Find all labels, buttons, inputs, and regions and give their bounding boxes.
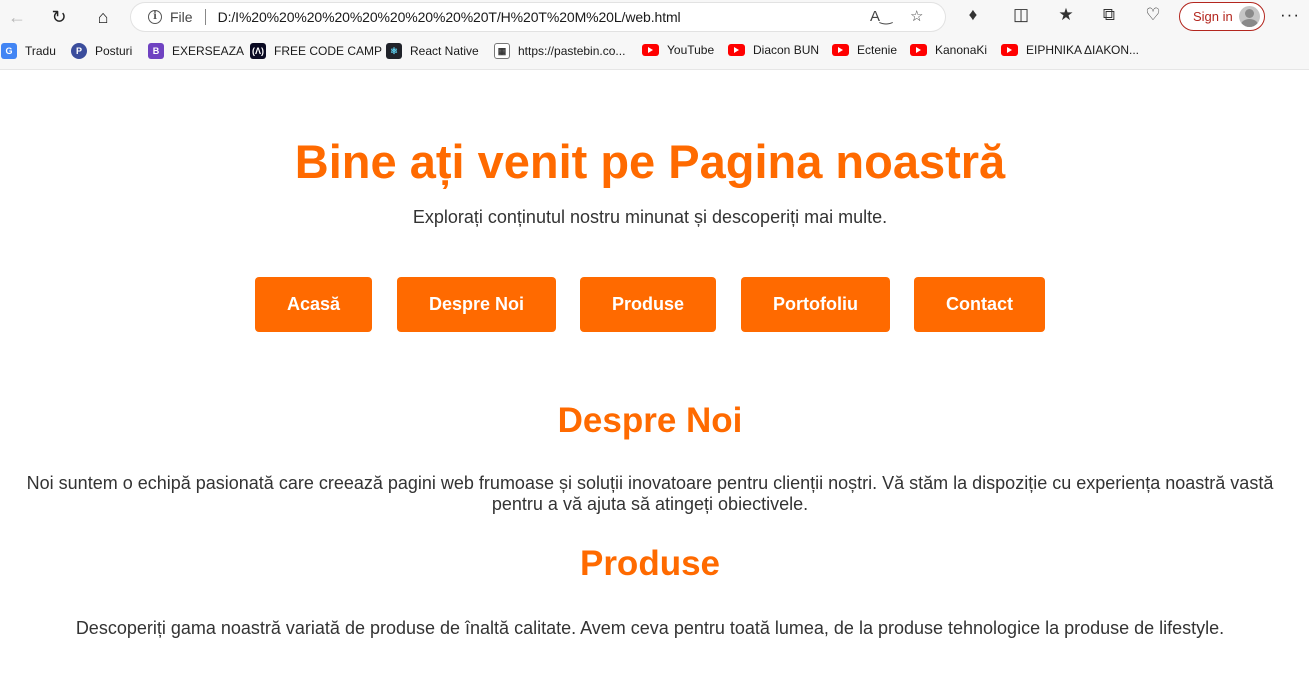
bootstrap-icon: B [148,43,164,59]
section-text-despre-noi: Noi suntem o echipă pasionată care creea… [26,473,1274,514]
section-text-produse: Descoperiți gama noastră variată de prod… [75,618,1225,638]
posturi-icon: P [71,43,87,59]
bookmarks-bar: G Tradu P Posturi B EXERSEAZA (Λ) FREE C… [0,38,1309,64]
freecodecamp-icon: (Λ) [250,43,266,59]
bookmark-item[interactable]: ⚛ React Native [386,43,479,59]
hero-subtitle: Explorați conținutul nostru minunat și d… [412,207,888,227]
bookmark-item[interactable]: Diacon BUN [728,43,819,57]
bookmark-label: Tradu [25,44,56,58]
more-menu-icon[interactable]: ··· [1280,5,1300,25]
nav-button-produse[interactable]: Produse [580,277,716,332]
bookmark-label: KanonaKi [935,43,988,57]
react-icon: ⚛ [386,43,402,59]
address-scheme-label: File [170,9,193,25]
youtube-icon [910,44,927,56]
bookmark-item[interactable]: ΕΙΡΗΝΙΚΑ ΔΙΑΚΟΝ... [1001,43,1139,57]
bookmark-label: ΕΙΡΗΝΙΚΑ ΔΙΑΚΟΝ... [1026,43,1140,57]
pastebin-icon: ▦ [494,43,510,59]
refresh-icon[interactable]: ↻ [45,4,73,30]
youtube-icon [1001,44,1018,56]
favorites-icon[interactable]: ★ [1054,5,1078,25]
info-icon[interactable]: i [148,10,162,24]
bookmark-item[interactable]: Ectenie [832,43,897,57]
avatar [1239,6,1260,27]
bookmark-label: https://pastebin.co... [518,44,626,58]
bookmark-item[interactable]: G Tradu [1,43,56,59]
sign-in-label: Sign in [1193,9,1233,24]
bookmark-item[interactable]: KanonaKi [910,43,987,57]
home-icon[interactable]: ⌂ [89,4,117,30]
bookmark-item[interactable]: YouTube [642,43,714,57]
bookmark-item[interactable]: P Posturi [71,43,132,59]
back-arrow-icon[interactable]: ← [3,4,31,30]
bookmark-label: React Native [410,44,479,58]
address-url[interactable]: D:/I%20%20%20%20%20%20%20%20%20T/H%20T%2… [218,9,681,25]
section-title-produse: Produse [579,544,721,583]
bookmark-label: YouTube [667,43,715,57]
address-divider [204,9,206,25]
split-screen-icon[interactable]: ◫ [1009,5,1033,25]
bookmark-item[interactable]: (Λ) FREE CODE CAMP [250,43,382,59]
nav-button-despre-noi[interactable]: Despre Noi [397,277,556,332]
favorite-star-icon[interactable]: ☆ [910,7,923,25]
bookmark-label: Diacon BUN [753,43,820,57]
address-bar[interactable]: i File D:/I%20%20%20%20%20%20%20%20%20T/… [131,3,945,31]
bookmark-label: EXERSEAZA [172,44,245,58]
section-title-despre-noi: Despre Noi [557,401,743,440]
nav-button-contact[interactable]: Contact [914,277,1045,332]
read-aloud-icon[interactable]: A‿ [870,7,892,25]
youtube-icon [642,44,659,56]
youtube-icon [728,44,745,56]
sign-in-button[interactable]: Sign in [1179,2,1265,31]
bookmark-label: Posturi [95,44,133,58]
web-page-content: Bine ați venit pe Pagina noastră Explora… [0,69,1309,696]
browser-essentials-icon[interactable]: ♡ [1141,5,1165,25]
bookmark-item[interactable]: ▦ https://pastebin.co... [494,43,625,59]
google-translate-icon: G [1,43,17,59]
extensions-icon[interactable]: ♦ [961,5,985,25]
nav-button-portofoliu[interactable]: Portofoliu [741,277,890,332]
bookmark-label: FREE CODE CAMP [274,44,383,58]
hero-title: Bine ați venit pe Pagina noastră [294,135,1006,188]
bookmark-item[interactable]: B EXERSEAZA [148,43,244,59]
youtube-icon [832,44,849,56]
bookmark-label: Ectenie [857,43,898,57]
nav-button-acasa[interactable]: Acasă [255,277,372,332]
collections-icon[interactable]: ⧉ [1097,5,1121,25]
browser-toolbar: ← ↻ ⌂ i File D:/I%20%20%20%20%20%20%20%2… [0,0,1309,35]
